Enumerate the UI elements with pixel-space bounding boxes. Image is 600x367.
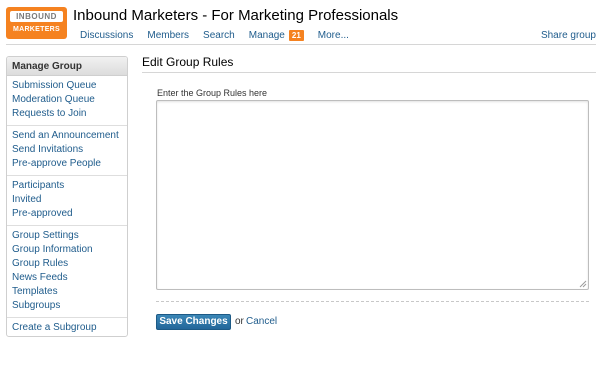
sidebar-item-send-announcement[interactable]: Send an Announcement <box>12 129 122 143</box>
sidebar-item-group-rules[interactable]: Group Rules <box>12 257 122 271</box>
logo-bottom-text: MARKETERS <box>12 26 61 33</box>
sidebar-item-group-information[interactable]: Group Information <box>12 243 122 257</box>
sidebar-item-send-invitations[interactable]: Send Invitations <box>12 143 122 157</box>
title-divider <box>142 72 596 73</box>
nav-members[interactable]: Members <box>147 30 189 41</box>
nav-manage-label: Manage <box>248 30 285 41</box>
sidebar-item-news-feeds[interactable]: News Feeds <box>12 271 122 285</box>
page-title: Edit Group Rules <box>142 55 234 69</box>
sidebar-group-members: Participants Invited Pre-approved <box>7 176 127 226</box>
sidebar-item-templates[interactable]: Templates <box>12 285 122 299</box>
nav-more[interactable]: More... <box>318 30 349 41</box>
cancel-link[interactable]: Cancel <box>246 316 277 327</box>
sidebar-item-create-subgroup[interactable]: Create a Subgroup <box>12 321 122 335</box>
group-nav: Discussions Members Search Manage 21 More… <box>80 30 363 41</box>
group-title[interactable]: Inbound Marketers - For Marketing Profes… <box>73 7 398 24</box>
group-rules-label: Enter the Group Rules here <box>157 88 268 98</box>
manage-count-badge: 21 <box>288 30 304 41</box>
manage-group-sidebar: Manage Group Submission Queue Moderation… <box>6 56 128 337</box>
nav-search[interactable]: Search <box>203 30 235 41</box>
group-logo[interactable]: INBOUND MARKETERS <box>6 7 67 39</box>
sidebar-group-queues: Submission Queue Moderation Queue Reques… <box>7 76 127 126</box>
sidebar-group-settings: Group Settings Group Information Group R… <box>7 226 127 318</box>
sidebar-item-group-settings[interactable]: Group Settings <box>12 229 122 243</box>
or-text: or <box>235 316 244 327</box>
share-group-link[interactable]: Share group <box>541 30 596 41</box>
sidebar-item-pre-approve-people[interactable]: Pre-approve People <box>12 157 122 171</box>
save-changes-button[interactable]: Save Changes <box>156 314 231 330</box>
nav-members-label: Members <box>147 30 190 41</box>
logo-top-text: INBOUND <box>10 11 63 22</box>
nav-search-label: Search <box>203 30 235 41</box>
form-divider <box>156 301 589 302</box>
sidebar-item-requests-to-join[interactable]: Requests to Join <box>12 107 122 121</box>
sidebar-item-subgroups[interactable]: Subgroups <box>12 299 122 313</box>
sidebar-item-submission-queue[interactable]: Submission Queue <box>12 79 122 93</box>
nav-discussions[interactable]: Discussions <box>80 30 133 41</box>
group-rules-textarea[interactable] <box>156 100 589 290</box>
sidebar-item-invited[interactable]: Invited <box>12 193 122 207</box>
sidebar-title: Manage Group <box>7 57 127 76</box>
sidebar-item-participants[interactable]: Participants <box>12 179 122 193</box>
sidebar-group-communications: Send an Announcement Send Invitations Pr… <box>7 126 127 176</box>
sidebar-group-subgroup: Create a Subgroup <box>7 318 127 336</box>
sidebar-item-moderation-queue[interactable]: Moderation Queue <box>12 93 122 107</box>
resize-grip-icon[interactable] <box>578 279 587 288</box>
nav-more-label: More... <box>317 30 349 41</box>
nav-discussions-label: Discussions <box>80 30 134 41</box>
sidebar-item-pre-approved[interactable]: Pre-approved <box>12 207 122 221</box>
header-divider <box>6 44 596 45</box>
nav-manage[interactable]: Manage 21 <box>249 30 304 41</box>
